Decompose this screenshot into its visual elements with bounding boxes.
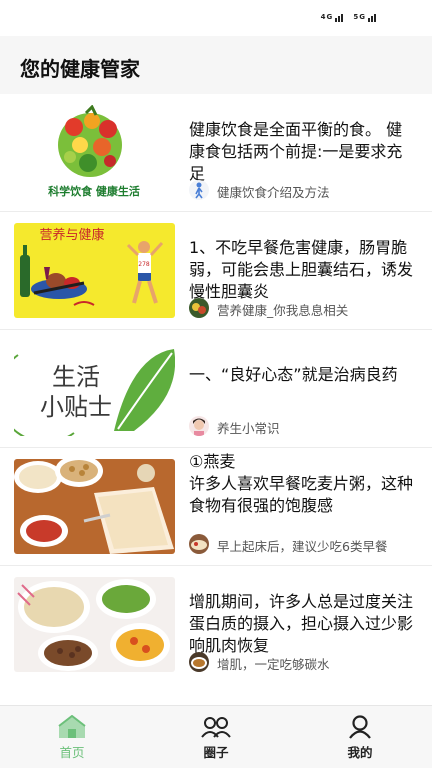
people-icon — [201, 717, 231, 738]
article-item[interactable]: 生活 小贴士 一、“良好心态”就是治病良药 养生小常识 — [0, 330, 432, 448]
article-list: 科学饮食 健康生活 健康饮食是全面平衡的食。 健康食包括两个前提:一是要求充足 … — [0, 94, 432, 683]
svg-text:278: 278 — [138, 261, 150, 268]
article-thumbnail — [14, 459, 175, 554]
article-item[interactable]: ①燕麦 许多人喜欢早餐吃麦片粥，这种食物有很强的饱腹感 早上起床后，建议少吃6类… — [0, 448, 432, 566]
home-icon — [58, 715, 86, 738]
article-summary: 增肌期间，许多人总是过度关注蛋白质的摄入，担心摄入过少影响肌肉恢复 — [189, 592, 414, 655]
thumbnail-caption: 营养与健康 — [39, 227, 104, 243]
article-meta: 早上起床后，建议少吃6类早餐 — [189, 533, 422, 555]
source-avatar — [189, 652, 209, 672]
article-summary: ①燕麦 许多人喜欢早餐吃麦片粥，这种食物有很强的饱腹感 — [189, 452, 414, 515]
article-thumbnail: 营养与健康 278 — [14, 223, 175, 318]
article-meta: 营养健康_你我息息相关 — [189, 297, 422, 319]
signal-5g-icon: 5G — [353, 12, 376, 22]
article-summary: 1、不吃早餐危害健康，肠胃脆弱，可能会患上胆囊结石，诱发慢性胆囊炎 — [189, 238, 414, 301]
person-icon — [349, 715, 371, 739]
article-meta: 养生小常识 — [189, 415, 422, 437]
signal-4g-icon: 4G — [321, 12, 344, 22]
article-summary: 一、“良好心态”就是治病良药 — [189, 365, 398, 384]
thumbnail-caption: 科学饮食 健康生活 — [48, 184, 140, 198]
article-item[interactable]: 营养与健康 278 1、不吃早餐危害健康，肠胃脆弱，可能会患上胆囊结石，诱发慢性… — [0, 212, 432, 330]
tab-home-label: 首页 — [59, 745, 85, 760]
source-name: 健康饮食介绍及方法 — [217, 185, 330, 200]
thumbnail-title: 生活 — [52, 363, 100, 391]
source-avatar — [189, 298, 209, 318]
article-meta: 增肌，一定吃够碳水 — [189, 651, 422, 673]
source-name: 养生小常识 — [217, 421, 280, 436]
article-meta: 健康饮食介绍及方法 — [189, 179, 422, 201]
tab-profile[interactable]: 我的 — [288, 706, 432, 768]
article-thumbnail: 生活 小贴士 — [14, 341, 175, 436]
tab-profile-label: 我的 — [347, 745, 373, 760]
thumbnail-subtitle: 小贴士 — [40, 393, 112, 421]
bottom-tab-bar: 首页 圈子 我的 — [0, 705, 432, 768]
source-avatar — [189, 534, 209, 554]
source-avatar — [189, 180, 209, 200]
article-item[interactable]: 科学饮食 健康生活 健康饮食是全面平衡的食。 健康食包括两个前提:一是要求充足 … — [0, 94, 432, 212]
article-item[interactable]: 增肌期间，许多人总是过度关注蛋白质的摄入，担心摄入过少影响肌肉恢复 增肌，一定吃… — [0, 566, 432, 683]
tab-circle-label: 圈子 — [203, 745, 229, 760]
tab-home[interactable]: 首页 — [0, 706, 144, 768]
article-thumbnail — [14, 577, 175, 672]
tab-circle[interactable]: 圈子 — [144, 706, 288, 768]
source-name: 增肌，一定吃够碳水 — [217, 657, 330, 672]
source-avatar — [189, 416, 209, 436]
article-thumbnail: 科学饮食 健康生活 — [14, 105, 175, 200]
source-name: 早上起床后，建议少吃6类早餐 — [217, 539, 388, 554]
page-title: 您的健康管家 — [20, 57, 140, 81]
source-name: 营养健康_你我息息相关 — [217, 303, 349, 318]
app-header: 您的健康管家 — [0, 36, 432, 94]
status-bar: 4G 5G — [0, 0, 432, 36]
article-summary: 健康饮食是全面平衡的食。 健康食包括两个前提:一是要求充足 — [189, 120, 403, 183]
